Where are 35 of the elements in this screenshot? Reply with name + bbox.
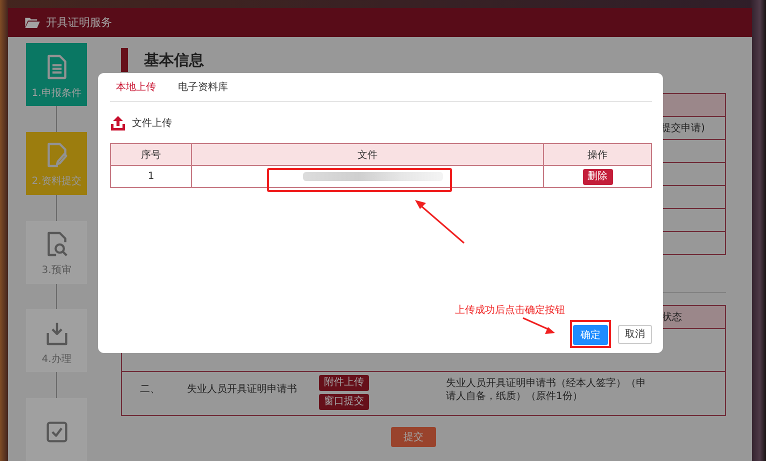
table-action-button[interactable]: 窗口提交: [319, 394, 369, 410]
upload-label: 文件上传: [132, 116, 172, 130]
step-label: 1.申报条件: [32, 86, 82, 100]
section-title: 基本信息: [144, 50, 204, 70]
submit-button[interactable]: 提交: [391, 427, 436, 447]
material-name: 失业人员开具证明申请书: [187, 384, 297, 395]
annotation-arrow: [522, 317, 556, 335]
document-pencil-icon: [46, 142, 68, 168]
document-magnifier-icon: [46, 231, 68, 257]
document-icon: [46, 54, 68, 80]
row-number: 二、: [140, 384, 160, 395]
cancel-button[interactable]: 取消: [618, 324, 652, 344]
table-action-button[interactable]: 附件上传: [319, 375, 369, 391]
table-cell: 1: [111, 166, 192, 187]
step-tile[interactable]: [26, 398, 87, 461]
delete-button[interactable]: 删除: [582, 168, 612, 184]
step-label: 2.资料提交: [32, 174, 82, 188]
header-title: 开具证明服务: [46, 15, 112, 30]
step-tile[interactable]: 4.办理: [26, 309, 87, 372]
upload-icon: [110, 115, 126, 131]
annotation-text: 上传成功后点击确定按钮: [455, 304, 565, 317]
step-tile[interactable]: 3.预审: [26, 220, 87, 284]
column-header: 操作: [586, 148, 608, 162]
column-header: 序号: [111, 144, 192, 165]
confirm-button[interactable]: 确定: [573, 325, 608, 345]
title-accent-bar: [121, 48, 128, 72]
dialog-tab[interactable]: 本地上传: [116, 80, 156, 94]
column-header: 文件: [192, 144, 544, 165]
annotation-arrow: [414, 199, 466, 245]
dialog-tab[interactable]: 电子资料库: [178, 80, 228, 94]
step-label: 3.预审: [42, 264, 72, 277]
step-label: 4.办理: [42, 352, 72, 366]
material-description: 失业人员开具证明申请书（经本人签字）（申请人自备，纸质）（原件1份）: [446, 377, 646, 403]
checkbox-icon: [46, 418, 68, 444]
folder-icon: [25, 17, 40, 28]
